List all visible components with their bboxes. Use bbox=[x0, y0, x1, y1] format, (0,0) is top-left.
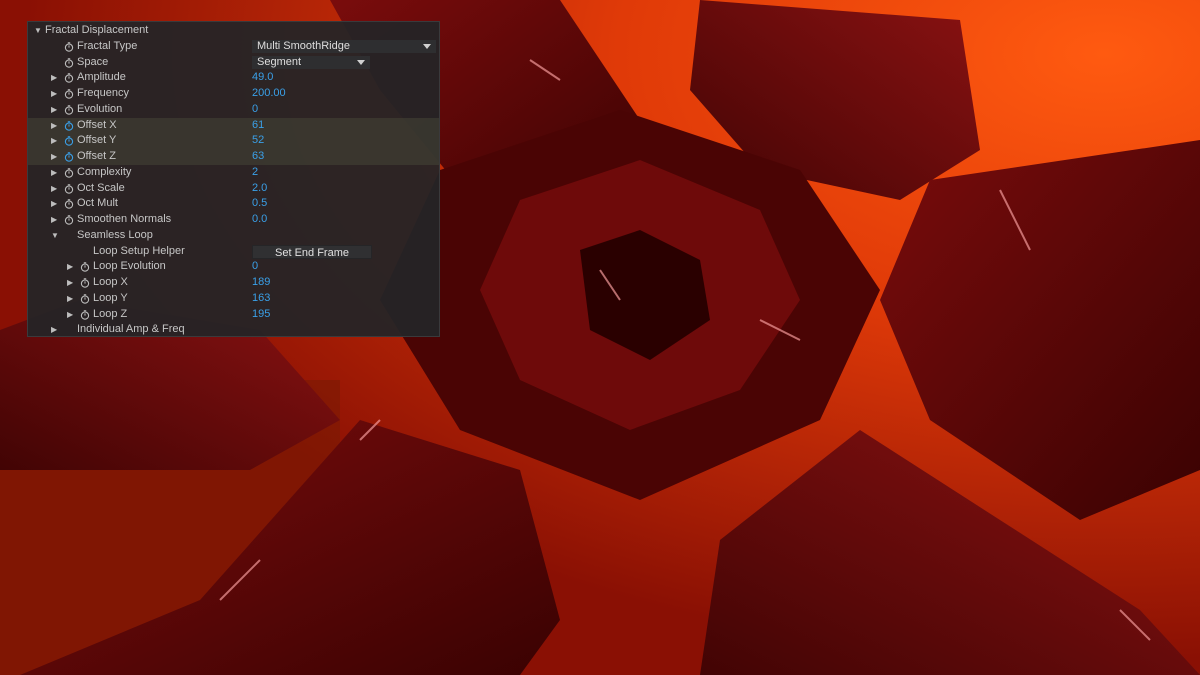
prop-row-oct-scale: ▶ Oct Scale 2.0 bbox=[28, 181, 439, 197]
twirl-closed-icon[interactable]: ▶ bbox=[51, 212, 57, 228]
prop-row-oct-mult: ▶ Oct Mult 0.5 bbox=[28, 196, 439, 212]
prop-label: Loop Z bbox=[93, 307, 128, 320]
prop-value-loop-x[interactable]: 189 bbox=[252, 275, 270, 291]
prop-row-offset-y: ▶ Offset Y 52 bbox=[28, 133, 439, 149]
space-value: Segment bbox=[257, 55, 302, 68]
stopwatch-icon[interactable] bbox=[80, 294, 90, 304]
prop-label: Oct Scale bbox=[77, 181, 125, 194]
prop-row-offset-z: ▶ Offset Z 63 bbox=[28, 149, 439, 165]
prop-row-loop-x: ▶ Loop X 189 bbox=[28, 275, 439, 291]
prop-row-seamless-loop: ▼ Seamless Loop bbox=[28, 228, 439, 244]
twirl-open-icon[interactable]: ▼ bbox=[34, 23, 42, 39]
stopwatch-icon[interactable] bbox=[64, 105, 74, 115]
effect-controls-panel: ▼ Fractal Displacement Fractal Type Multi S… bbox=[27, 21, 440, 337]
twirl-closed-icon[interactable]: ▶ bbox=[51, 118, 57, 134]
prop-row-amplitude: ▶ Amplitude 49.0 bbox=[28, 70, 439, 86]
prop-value-offset-z[interactable]: 63 bbox=[252, 149, 264, 165]
twirl-closed-icon[interactable]: ▶ bbox=[51, 165, 57, 181]
prop-label: Loop Y bbox=[93, 291, 128, 304]
twirl-closed-icon[interactable]: ▶ bbox=[51, 149, 57, 165]
twirl-closed-icon[interactable]: ▶ bbox=[67, 259, 73, 275]
prop-value-amplitude[interactable]: 49.0 bbox=[252, 70, 273, 86]
prop-label: Offset X bbox=[77, 118, 117, 131]
prop-label: Frequency bbox=[77, 87, 129, 99]
prop-row-loop-y: ▶ Loop Y 163 bbox=[28, 291, 439, 307]
prop-label: Complexity bbox=[77, 165, 132, 178]
twirl-closed-icon[interactable]: ▶ bbox=[51, 70, 57, 86]
stopwatch-icon[interactable] bbox=[80, 262, 90, 272]
prop-row-evolution: ▶ Evolution 0 bbox=[28, 102, 439, 118]
twirl-closed-icon[interactable]: ▶ bbox=[51, 102, 57, 118]
prop-value-offset-y[interactable]: 52 bbox=[252, 133, 264, 149]
twirl-closed-icon[interactable]: ▶ bbox=[51, 322, 57, 338]
space-dropdown[interactable]: Segment bbox=[252, 55, 370, 69]
prop-row-fractal-displacement: ▼ Fractal Displacement bbox=[28, 23, 439, 39]
prop-row-loop-z: ▶ Loop Z 195 bbox=[28, 307, 439, 323]
stopwatch-icon[interactable] bbox=[64, 215, 74, 225]
stopwatch-icon[interactable] bbox=[64, 168, 74, 178]
prop-label: Fractal Displacement bbox=[45, 24, 149, 36]
prop-row-space: Space Segment bbox=[28, 55, 439, 71]
prop-row-frequency: ▶ Frequency 200.00 bbox=[28, 86, 439, 102]
prop-value-complexity[interactable]: 2 bbox=[252, 165, 258, 181]
stopwatch-icon[interactable] bbox=[64, 120, 74, 131]
stopwatch-icon[interactable] bbox=[80, 278, 90, 288]
prop-value-loop-z[interactable]: 195 bbox=[252, 307, 270, 323]
stopwatch-icon[interactable] bbox=[64, 57, 74, 68]
twirl-closed-icon[interactable]: ▶ bbox=[51, 181, 57, 197]
prop-row-fractal-type: Fractal Type Multi SmoothRidge bbox=[28, 39, 439, 55]
stopwatch-icon[interactable] bbox=[64, 89, 74, 99]
prop-value-oct-mult[interactable]: 0.5 bbox=[252, 196, 267, 212]
chevron-down-icon bbox=[357, 59, 365, 65]
prop-row-loop-evolution: ▶ Loop Evolution 0 bbox=[28, 259, 439, 275]
prop-label: Seamless Loop bbox=[77, 228, 153, 241]
prop-row-individual-amp-freq: ▶ Individual Amp & Freq bbox=[28, 322, 439, 338]
stopwatch-icon[interactable] bbox=[64, 73, 74, 83]
prop-row-offset-x: ▶ Offset X 61 bbox=[28, 117, 439, 134]
prop-row-smoothen-normals: ▶ Smoothen Normals 0.0 bbox=[28, 212, 439, 228]
twirl-closed-icon[interactable]: ▶ bbox=[67, 307, 73, 323]
prop-label: Oct Mult bbox=[77, 197, 118, 210]
prop-label: Smoothen Normals bbox=[77, 213, 172, 225]
prop-row-complexity: ▶ Complexity 2 bbox=[28, 165, 439, 181]
viewer: ▼ Fractal Displacement Fractal Type Multi S… bbox=[0, 0, 1200, 675]
prop-label: Fractal Type bbox=[77, 39, 138, 52]
prop-value-oct-scale[interactable]: 2.0 bbox=[252, 181, 267, 197]
twirl-open-icon[interactable]: ▼ bbox=[51, 228, 59, 244]
stopwatch-icon[interactable] bbox=[80, 309, 90, 320]
prop-label: Individual Amp & Freq bbox=[77, 323, 185, 336]
prop-label: Loop Setup Helper bbox=[93, 244, 185, 257]
stopwatch-icon[interactable] bbox=[64, 42, 74, 52]
prop-value-evolution[interactable]: 0 bbox=[252, 102, 258, 118]
set-end-frame-button[interactable]: Set End Frame bbox=[252, 244, 372, 259]
stopwatch-icon[interactable] bbox=[64, 136, 74, 146]
prop-value-loop-evolution[interactable]: 0 bbox=[252, 259, 258, 275]
prop-label: Amplitude bbox=[77, 71, 126, 84]
stopwatch-icon[interactable] bbox=[64, 199, 74, 209]
twirl-closed-icon[interactable]: ▶ bbox=[67, 291, 73, 307]
prop-label: Loop X bbox=[93, 276, 128, 288]
prop-value-offset-x[interactable]: 61 bbox=[252, 118, 264, 134]
prop-row-loop-setup-helper: Loop Setup Helper Set End Frame bbox=[28, 244, 439, 260]
prop-value-smoothen-normals[interactable]: 0.0 bbox=[252, 212, 267, 228]
prop-value-loop-y[interactable]: 163 bbox=[252, 291, 270, 307]
twirl-closed-icon[interactable]: ▶ bbox=[51, 196, 57, 212]
prop-label: Evolution bbox=[77, 102, 123, 115]
prop-label: Offset Z bbox=[77, 150, 116, 162]
twirl-closed-icon[interactable]: ▶ bbox=[51, 86, 57, 102]
prop-label: Offset Y bbox=[77, 134, 117, 147]
prop-label: Space bbox=[77, 55, 109, 68]
stopwatch-icon[interactable] bbox=[64, 183, 74, 194]
chevron-down-icon bbox=[423, 43, 431, 49]
twirl-closed-icon[interactable]: ▶ bbox=[67, 275, 73, 291]
fractal-type-value: Multi SmoothRidge bbox=[257, 39, 350, 52]
twirl-closed-icon[interactable]: ▶ bbox=[51, 133, 57, 149]
stopwatch-icon[interactable] bbox=[64, 152, 74, 162]
fractal-type-dropdown[interactable]: Multi SmoothRidge bbox=[252, 39, 436, 53]
prop-value-frequency[interactable]: 200.00 bbox=[252, 86, 286, 102]
prop-label: Loop Evolution bbox=[93, 260, 166, 273]
